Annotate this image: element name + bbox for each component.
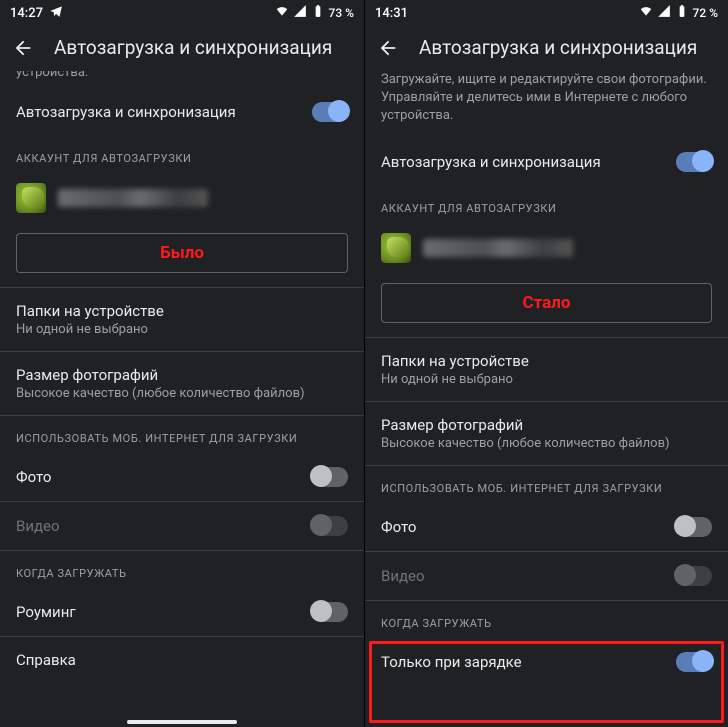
- settings-content: Загружайте, ищите и редактируйте свои фо…: [365, 71, 728, 727]
- row-main-sync[interactable]: Автозагрузка и синхронизация: [365, 138, 728, 186]
- help-label: Справка: [16, 651, 76, 669]
- roaming-toggle[interactable]: [312, 602, 348, 622]
- annotation-before: Было: [160, 243, 204, 263]
- status-battery: 73 %: [329, 6, 354, 20]
- upload-size-sub: Высокое качество (любое количество файло…: [16, 386, 348, 401]
- wifi-icon: [275, 4, 289, 22]
- back-button[interactable]: [12, 37, 34, 59]
- section-when-upload: КОГДА ЗАГРУЖАТЬ: [0, 551, 364, 588]
- device-folders-sub: Ни одной не выбрано: [16, 322, 348, 337]
- app-bar: Автозагрузка и синхронизация: [365, 26, 728, 71]
- roaming-label: Роуминг: [16, 603, 76, 621]
- app-bar: Автозагрузка и синхронизация: [0, 26, 364, 71]
- photo-label: Фото: [381, 518, 416, 536]
- row-main-sync[interactable]: Автозагрузка и синхронизация: [0, 88, 364, 136]
- video-toggle: [312, 516, 348, 536]
- home-indicator[interactable]: [127, 720, 237, 724]
- account-email-blurred: [423, 239, 573, 257]
- description: Загружайте, ищите и редактируйте свои фо…: [365, 71, 728, 138]
- wifi-icon: [639, 4, 653, 22]
- status-bar: 14:27 73 %: [0, 0, 364, 26]
- account-row[interactable]: [365, 223, 728, 277]
- row-device-folders[interactable]: Папки на устройстве Ни одной не выбрано: [365, 338, 728, 401]
- android-avatar-icon: [16, 183, 46, 213]
- battery-icon: [311, 4, 325, 22]
- telegram-icon: [49, 4, 63, 22]
- account-row[interactable]: [0, 173, 364, 227]
- row-charging-only[interactable]: Только при зарядке: [365, 638, 728, 686]
- status-battery: 72 %: [693, 6, 718, 20]
- annotated-button-before[interactable]: Было: [16, 233, 348, 273]
- section-when-upload: КОГДА ЗАГРУЖАТЬ: [365, 601, 728, 638]
- back-button[interactable]: [377, 37, 399, 59]
- row-upload-size[interactable]: Размер фотографий Высокое качество (любо…: [0, 352, 364, 415]
- row-device-folders[interactable]: Папки на устройстве Ни одной не выбрано: [0, 288, 364, 351]
- row-video: Видео: [365, 552, 728, 600]
- settings-content: устройства. Автозагрузка и синхронизация…: [0, 71, 364, 727]
- photo-toggle[interactable]: [676, 517, 712, 537]
- signal-icon: [293, 4, 307, 22]
- row-help[interactable]: Справка: [0, 637, 364, 683]
- section-account: АККАУНТ ДЛЯ АВТОЗАГРУЗКИ: [0, 136, 364, 173]
- status-time: 14:27: [10, 6, 43, 21]
- page-title: Автозагрузка и синхронизация: [419, 36, 697, 59]
- row-upload-size[interactable]: Размер фотографий Высокое качество (любо…: [365, 402, 728, 465]
- status-bar: 14:31 72 %: [365, 0, 728, 26]
- main-sync-toggle[interactable]: [312, 102, 348, 122]
- phone-after: 14:31 72 % Автозагрузка и синхронизация …: [364, 0, 728, 727]
- row-roaming[interactable]: Роуминг: [0, 588, 364, 636]
- row-photo[interactable]: Фото: [365, 503, 728, 551]
- photo-label: Фото: [16, 468, 51, 486]
- account-email-blurred: [58, 189, 208, 207]
- signal-icon: [657, 4, 671, 22]
- main-sync-label: Автозагрузка и синхронизация: [16, 103, 236, 121]
- annotation-after: Стало: [522, 293, 570, 313]
- phone-before: 14:27 73 % Автозагрузка и синхронизация …: [0, 0, 364, 727]
- charging-toggle[interactable]: [676, 652, 712, 672]
- row-video: Видео: [0, 502, 364, 550]
- video-toggle: [676, 566, 712, 586]
- battery-icon: [675, 4, 689, 22]
- section-account: АККАУНТ ДЛЯ АВТОЗАГРУЗКИ: [365, 186, 728, 223]
- video-label: Видео: [16, 517, 60, 535]
- charging-label: Только при зарядке: [381, 653, 522, 671]
- photo-toggle[interactable]: [312, 467, 348, 487]
- annotated-button-after[interactable]: Стало: [381, 283, 712, 323]
- section-mobile-data: ИСПОЛЬЗОВАТЬ МОБ. ИНТЕРНЕТ ДЛЯ ЗАГРУЗКИ: [365, 466, 728, 503]
- row-photo[interactable]: Фото: [0, 453, 364, 501]
- device-folders-sub: Ни одной не выбрано: [381, 372, 712, 387]
- video-label: Видео: [381, 567, 425, 585]
- section-mobile-data: ИСПОЛЬЗОВАТЬ МОБ. ИНТЕРНЕТ ДЛЯ ЗАГРУЗКИ: [0, 416, 364, 453]
- main-sync-toggle[interactable]: [676, 152, 712, 172]
- status-time: 14:31: [375, 6, 408, 21]
- upload-size-title: Размер фотографий: [381, 416, 712, 434]
- page-title: Автозагрузка и синхронизация: [54, 36, 332, 59]
- main-sync-label: Автозагрузка и синхронизация: [381, 153, 601, 171]
- device-folders-title: Папки на устройстве: [381, 352, 712, 370]
- device-folders-title: Папки на устройстве: [16, 302, 348, 320]
- upload-size-title: Размер фотографий: [16, 366, 348, 384]
- android-avatar-icon: [381, 233, 411, 263]
- upload-size-sub: Высокое качество (любое количество файло…: [381, 436, 712, 451]
- description-cut: устройства.: [0, 71, 364, 88]
